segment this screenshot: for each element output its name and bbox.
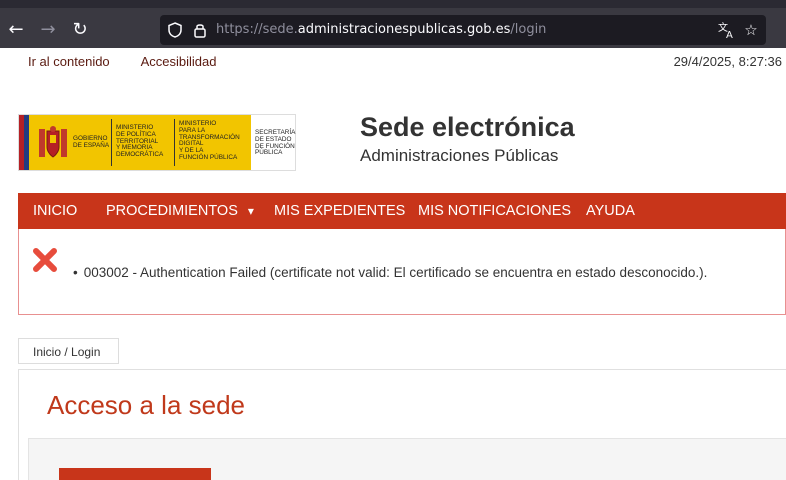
- logo-text-secretaria: SECRETARÍA DE ESTADO DE FUNCIÓN PÚBLICA: [255, 129, 295, 157]
- error-x-icon: [33, 248, 57, 272]
- nav-item-ayuda[interactable]: AYUDA: [586, 203, 635, 219]
- bullet-icon: •: [73, 265, 78, 280]
- skip-links: Ir al contenido Accesibilidad: [28, 54, 244, 69]
- logo-divider: [111, 119, 112, 166]
- chevron-down-icon: ▾: [247, 204, 254, 218]
- logo-line: DEMOCRÁTICA: [116, 151, 164, 159]
- url-bar[interactable]: https://sede.administracionespublicas.go…: [160, 15, 766, 45]
- nav-item-mis-notificaciones[interactable]: MIS NOTIFICACIONES: [418, 203, 571, 219]
- reload-icon[interactable]: ↻: [68, 18, 92, 42]
- url-domain: administracionespublicas.gob.es: [297, 22, 511, 37]
- breadcrumb[interactable]: Inicio / Login: [18, 338, 119, 364]
- coat-of-arms-icon: [39, 126, 67, 158]
- government-logo[interactable]: GOBIERNO DE ESPAÑA MINISTERIO DE POLÍTIC…: [18, 114, 296, 171]
- flag-stripe-blue: [24, 115, 29, 170]
- svg-text:A: A: [726, 30, 733, 41]
- error-message: • 003002 - Authentication Failed (certifi…: [73, 265, 707, 280]
- accessibility-link[interactable]: Accesibilidad: [141, 54, 217, 69]
- logo-line: FUNCIÓN PÚBLICA: [179, 153, 238, 161]
- url-scheme: https://sede.: [216, 22, 298, 37]
- site-subtitle: Administraciones Públicas: [360, 146, 559, 165]
- translate-icon[interactable]: 文 A: [716, 19, 738, 41]
- logo-line: PÚBLICA: [255, 149, 283, 157]
- main-navigation: INICIO PROCEDIMIENTOS ▾ MIS EXPEDIENTES …: [18, 193, 786, 229]
- logo-line: DE ESPAÑA: [73, 141, 110, 149]
- logo-divider: [174, 119, 175, 166]
- site-title[interactable]: Sede electrónica: [360, 112, 575, 143]
- back-arrow-icon[interactable]: ←: [4, 18, 28, 42]
- nav-item-label: PROCEDIMIENTOS: [106, 203, 238, 219]
- error-alert: • 003002 - Authentication Failed (certifi…: [18, 229, 786, 315]
- url-path: /login: [510, 22, 547, 37]
- skip-to-content-link[interactable]: Ir al contenido: [28, 54, 110, 69]
- nav-item-inicio[interactable]: INICIO: [33, 203, 77, 219]
- nav-item-mis-expedientes[interactable]: MIS EXPEDIENTES: [274, 203, 405, 219]
- logo-text-ministerio-transformacion: MINISTERIO PARA LA TRANSFORMACIÓN DIGITA…: [179, 120, 240, 162]
- logo-text-ministerio-politica: MINISTERIO DE POLÍTICA TERRITORIAL Y MEM…: [116, 124, 164, 159]
- page-heading: Acceso a la sede: [47, 390, 246, 420]
- lock-icon[interactable]: [191, 21, 209, 39]
- logo-text-gobierno: GOBIERNO DE ESPAÑA: [73, 135, 110, 150]
- nav-item-procedimientos[interactable]: PROCEDIMIENTOS ▾: [106, 203, 254, 219]
- datetime-display: 29/4/2025, 8:27:36: [673, 54, 782, 69]
- login-option-button[interactable]: [59, 468, 211, 480]
- url-text[interactable]: https://sede.administracionespublicas.go…: [216, 22, 546, 37]
- browser-tab-strip: [0, 0, 786, 8]
- shield-icon[interactable]: [166, 21, 184, 39]
- forward-arrow-icon[interactable]: →: [36, 18, 60, 42]
- error-message-text: 003002 - Authentication Failed (certific…: [83, 265, 708, 280]
- bookmark-star-icon[interactable]: ☆: [740, 19, 762, 41]
